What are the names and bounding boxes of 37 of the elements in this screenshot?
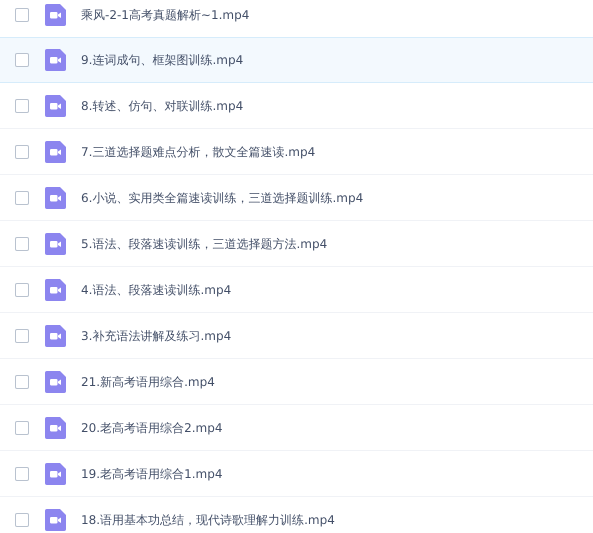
checkbox[interactable]: [15, 329, 29, 343]
checkbox[interactable]: [15, 237, 29, 251]
file-row[interactable]: 9.连词成句、框架图训练.mp4: [0, 37, 593, 83]
file-name[interactable]: 6.小说、实用类全篇速读训练，三道选择题训练.mp4: [81, 190, 364, 206]
checkbox[interactable]: [15, 513, 29, 527]
checkbox[interactable]: [15, 53, 29, 67]
checkbox[interactable]: [15, 375, 29, 389]
file-name[interactable]: 18.语用基本功总结，现代诗歌理解力训练.mp4: [81, 512, 335, 528]
file-name[interactable]: 3.补充语法讲解及练习.mp4: [81, 328, 232, 344]
video-file-icon: [45, 4, 66, 26]
video-file-icon: [45, 279, 66, 301]
video-file-icon: [45, 187, 66, 209]
checkbox[interactable]: [15, 99, 29, 113]
file-name[interactable]: 9.连词成句、框架图训练.mp4: [81, 52, 244, 68]
video-file-icon: [45, 141, 66, 163]
checkbox[interactable]: [15, 467, 29, 481]
file-name[interactable]: 8.转述、仿句、对联训练.mp4: [81, 98, 244, 114]
video-file-icon: [45, 371, 66, 393]
file-name[interactable]: 5.语法、段落速读训练，三道选择题方法.mp4: [81, 236, 328, 252]
video-file-icon: [45, 233, 66, 255]
file-name[interactable]: 19.老高考语用综合1.mp4: [81, 466, 222, 482]
checkbox[interactable]: [15, 145, 29, 159]
video-file-icon: [45, 325, 66, 347]
checkbox[interactable]: [15, 421, 29, 435]
file-name[interactable]: 21.新高考语用综合.mp4: [81, 374, 215, 390]
video-file-icon: [45, 509, 66, 531]
video-file-icon: [45, 95, 66, 117]
video-file-icon: [45, 49, 66, 71]
checkbox[interactable]: [15, 283, 29, 297]
video-file-icon: [45, 463, 66, 485]
file-name[interactable]: 20.老高考语用综合2.mp4: [81, 420, 222, 436]
checkbox[interactable]: [15, 191, 29, 205]
file-name[interactable]: 4.语法、段落速读训练.mp4: [81, 282, 232, 298]
video-file-icon: [45, 417, 66, 439]
checkbox[interactable]: [15, 8, 29, 22]
file-name[interactable]: 7.三道选择题难点分析，散文全篇速读.mp4: [81, 144, 316, 160]
file-name[interactable]: 乘风-2-1高考真题解析~1.mp4: [81, 6, 250, 24]
